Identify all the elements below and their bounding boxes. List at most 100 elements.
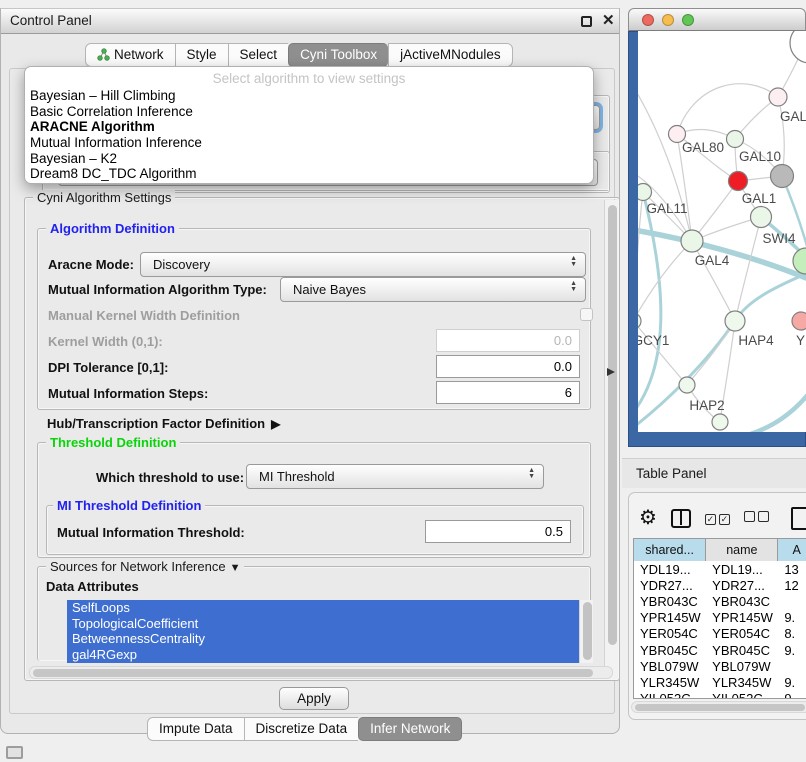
gear-icon[interactable]: ⚙ <box>639 508 657 528</box>
node-label: GAL7 <box>780 109 806 124</box>
dropdown-item[interactable]: Basic Correlation Inference <box>25 104 593 120</box>
dropdown-item[interactable]: Bayesian – K2 <box>25 151 593 167</box>
tab-select[interactable]: Select <box>228 43 289 67</box>
float-window-icon[interactable] <box>581 16 592 27</box>
table-row[interactable]: YER054CYER054C8. <box>634 626 806 642</box>
network-node-HAP4[interactable] <box>725 311 745 331</box>
close-icon[interactable]: ✕ <box>602 14 615 27</box>
mode-tab-discretize-data[interactable]: Discretize Data <box>244 717 359 741</box>
column-header-A[interactable]: A <box>778 539 806 561</box>
table-cell: 8. <box>778 626 806 641</box>
mi-steps-field[interactable]: 6 <box>436 381 580 404</box>
mutual-information-threshold-label: Mutual Information Threshold: <box>57 525 245 540</box>
table-row[interactable]: YBR045CYBR045C9. <box>634 642 806 658</box>
dropdown-item[interactable]: Bayesian – Hill Climbing <box>25 88 593 104</box>
tab-cyni-toolbox[interactable]: Cyni Toolbox <box>288 43 388 67</box>
table-hscrollbar[interactable] <box>631 701 806 713</box>
algorithm-definition-group: Algorithm Definition Aracne Mode: Discov… <box>37 228 591 410</box>
which-threshold-combo[interactable]: MI Threshold ▲▼ <box>246 464 544 489</box>
dpi-tolerance-field[interactable]: 0.0 <box>436 355 580 378</box>
attribute-list-item[interactable]: BetweennessCentrality <box>67 631 579 647</box>
sources-title: Sources for Network Inference <box>50 559 226 574</box>
minimized-panel-icon[interactable] <box>6 746 23 759</box>
tab-jactivemnodules[interactable]: jActiveMNodules <box>388 43 513 67</box>
network-edge <box>638 86 692 241</box>
dropdown-item[interactable]: ARACNE Algorithm <box>25 119 593 135</box>
network-node-GAL4[interactable] <box>681 230 703 252</box>
settings-hscrollbar-thumb[interactable] <box>33 669 593 677</box>
network-node-GAL10[interactable] <box>727 131 744 148</box>
checked-checkboxes-icon[interactable]: ✓✓ <box>705 509 730 527</box>
mouse-cursor <box>607 368 615 376</box>
table-body: YDL19...YDL19...13YDR27...YDR27...12YBR0… <box>634 561 806 699</box>
cyni-toolbox-panel: ▲▼ gal-filtered.sif default node ▲▼ Sele… <box>9 68 615 714</box>
network-node-GAL1[interactable] <box>751 207 772 228</box>
dpi-tolerance-label: DPI Tolerance [0,1]: <box>48 360 168 375</box>
network-node-HAP2[interactable] <box>679 377 695 393</box>
network-node-salmon-node[interactable] <box>792 312 806 330</box>
network-node-HAP2b[interactable] <box>712 414 728 430</box>
network-node-SWI4[interactable] <box>793 248 806 274</box>
mi-algorithm-type-combo[interactable]: Naive Bayes ▲▼ <box>280 277 586 302</box>
table-row[interactable]: YDR27...YDR27...12 <box>634 577 806 593</box>
dropdown-item[interactable]: Mutual Information Inference <box>25 135 593 151</box>
column-header-name[interactable]: name <box>706 539 778 561</box>
table-panel-title: Table Panel <box>636 466 707 481</box>
table-cell: YBR045C <box>706 643 778 658</box>
network-node-gray-node[interactable] <box>771 165 794 188</box>
aracne-mode-combo[interactable]: Discovery ▲▼ <box>140 252 586 277</box>
apply-button[interactable]: Apply <box>279 687 349 710</box>
network-node-GCY1[interactable] <box>638 313 641 329</box>
mode-tab-label: Discretize Data <box>256 721 348 736</box>
table-row[interactable]: YBL079WYBL079W <box>634 658 806 674</box>
mode-tab-impute-data[interactable]: Impute Data <box>147 717 244 741</box>
node-label: HAP2 <box>689 398 724 413</box>
table-row[interactable]: YLR345WYLR345W9. <box>634 674 806 690</box>
table-cell: YBL079W <box>706 659 778 674</box>
network-graph-icon <box>97 48 110 61</box>
table-cell: YLR345W <box>634 675 706 690</box>
settings-scrollbar[interactable] <box>604 200 618 679</box>
table-cell: 13 <box>778 562 806 577</box>
table-row[interactable]: YIL052CYIL052C9. <box>634 691 806 700</box>
unchecked-checkboxes-icon[interactable] <box>744 509 769 527</box>
combo-arrows-icon: ▲▼ <box>570 256 577 268</box>
zoom-light[interactable] <box>682 14 694 26</box>
mode-tab-infer-network[interactable]: Infer Network <box>358 717 462 741</box>
dropdown-item[interactable]: Dream8 DC_TDC Algorithm <box>25 166 593 182</box>
minimize-light[interactable] <box>662 14 674 26</box>
settings-scrollbar-thumb[interactable] <box>608 205 617 645</box>
close-light[interactable] <box>642 14 654 26</box>
attribute-list-item[interactable]: TopologicalCoefficient <box>67 616 579 632</box>
table-row[interactable]: YPR145WYPR145W9. <box>634 610 806 626</box>
algorithm-dropdown-popup: Select algorithm to view settings Bayesi… <box>24 66 594 184</box>
attribute-list-item[interactable]: SelfLoops <box>67 600 579 616</box>
which-threshold-value: MI Threshold <box>259 469 335 484</box>
table-hscrollbar-thumb[interactable] <box>635 704 805 711</box>
mi-algorithm-type-value: Naive Bayes <box>293 282 366 297</box>
sources-toggle[interactable]: Sources for Network Inference▼ <box>46 559 244 574</box>
settings-hscrollbar[interactable] <box>29 666 613 679</box>
network-canvas[interactable]: GAL7GAL80GAL10GAL1SWI4GAL11GAL4GCY1HAP4Y… <box>638 31 806 432</box>
table-cell: 9. <box>778 610 806 625</box>
network-node-arc-node[interactable] <box>790 31 806 63</box>
table-cell: YPR145W <box>634 610 706 625</box>
attributes-scrollbar-thumb[interactable] <box>583 602 592 660</box>
network-node-GAL11[interactable] <box>638 184 652 201</box>
table-row[interactable]: YDL19...YDL19...13 <box>634 561 806 577</box>
network-node-GAL7[interactable] <box>769 88 787 106</box>
document-icon[interactable] <box>791 507 806 530</box>
attributes-scrollbar[interactable] <box>579 600 593 663</box>
mutual-information-threshold-field[interactable]: 0.5 <box>425 520 571 543</box>
hub-definition-toggle[interactable]: Hub/Transcription Factor Definition▶ <box>47 416 280 431</box>
attribute-list-item[interactable]: gal4RGexp <box>67 647 579 663</box>
columns-icon[interactable] <box>671 509 691 528</box>
network-node-red-node[interactable] <box>729 172 748 191</box>
column-header-shared[interactable]: shared... <box>634 539 706 561</box>
tab-network[interactable]: Network <box>85 43 175 67</box>
node-label: GCY1 <box>638 333 669 348</box>
dropdown-items: Bayesian – Hill ClimbingBasic Correlatio… <box>25 88 593 182</box>
tab-style[interactable]: Style <box>175 43 228 67</box>
table-row[interactable]: YBR043CYBR043C <box>634 593 806 609</box>
table-cell: YDR27... <box>706 578 778 593</box>
